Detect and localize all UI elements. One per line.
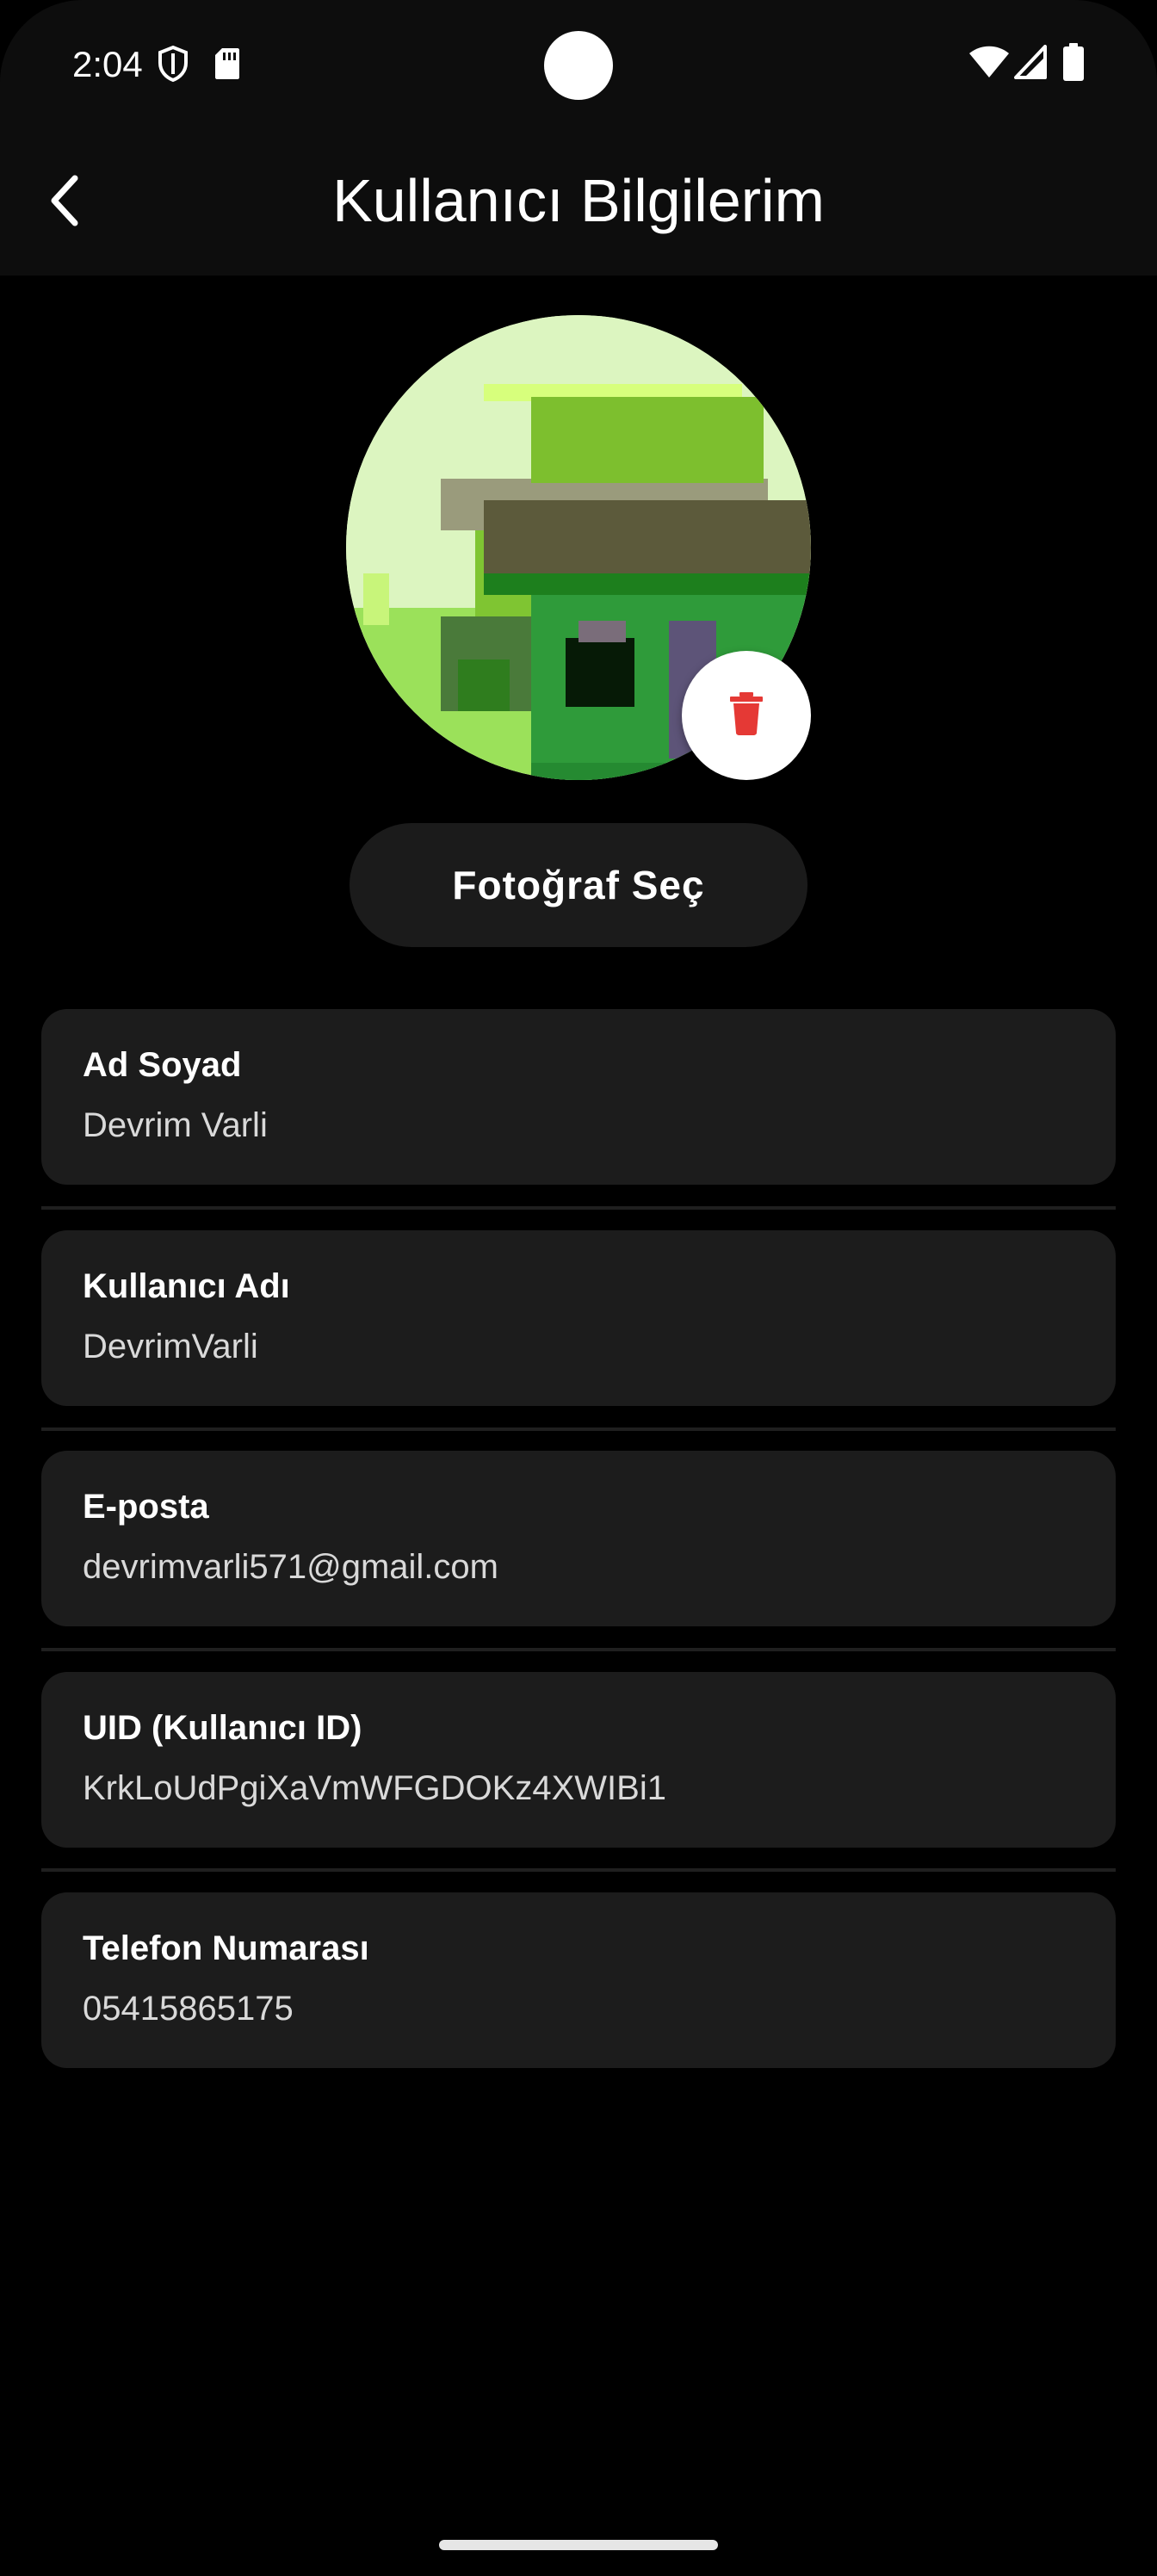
sd-card-icon	[213, 46, 241, 85]
field-value: devrimvarli571@gmail.com	[83, 1548, 498, 1586]
wifi-icon	[968, 45, 1011, 84]
divider	[41, 1206, 1116, 1210]
field-card-full-name: Ad Soyad Devrim Varli	[41, 1009, 1116, 1185]
field-label: E-posta	[83, 1488, 209, 1526]
app-bar: Kullanıcı Bilgilerim	[0, 129, 1157, 276]
field-label: Kullanıcı Adı	[83, 1267, 290, 1305]
field-value: DevrimVarli	[83, 1328, 258, 1365]
shield-icon	[157, 45, 189, 87]
field-label: Telefon Numarası	[83, 1929, 369, 1967]
field-card-username: Kullanıcı Adı DevrimVarli	[41, 1230, 1116, 1406]
field-card-uid: UID (Kullanıcı ID) KrkLoUdPgiXaVmWFGDOKz…	[41, 1672, 1116, 1848]
battery-icon	[1062, 43, 1085, 85]
pick-photo-button[interactable]: Fotoğraf Seç	[350, 823, 807, 947]
signal-icon	[1014, 45, 1047, 84]
status-time: 2:04	[72, 44, 143, 84]
field-label: Ad Soyad	[83, 1046, 242, 1084]
page-title: Kullanıcı Bilgilerim	[332, 167, 825, 234]
field-card-phone: Telefon Numarası 05415865175	[41, 1892, 1116, 2068]
divider	[41, 1648, 1116, 1651]
field-value: 05415865175	[83, 1990, 294, 2028]
field-card-email: E-posta devrimvarli571@gmail.com	[41, 1451, 1116, 1626]
home-indicator[interactable]	[439, 2540, 718, 2550]
divider	[41, 1427, 1116, 1431]
field-value: Devrim Varli	[83, 1106, 268, 1144]
field-value: KrkLoUdPgiXaVmWFGDOKz4XWIBi1	[83, 1769, 666, 1807]
divider	[41, 1868, 1116, 1872]
delete-photo-button[interactable]	[682, 651, 811, 780]
status-bar: 2:04	[0, 0, 1157, 129]
trash-icon	[728, 691, 764, 740]
camera-cutout	[544, 31, 613, 100]
field-label: UID (Kullanıcı ID)	[83, 1709, 362, 1747]
phone-screen: 2:04 Kullanıcı Bilgilerim Fotoğraf Seç A…	[0, 0, 1157, 2576]
